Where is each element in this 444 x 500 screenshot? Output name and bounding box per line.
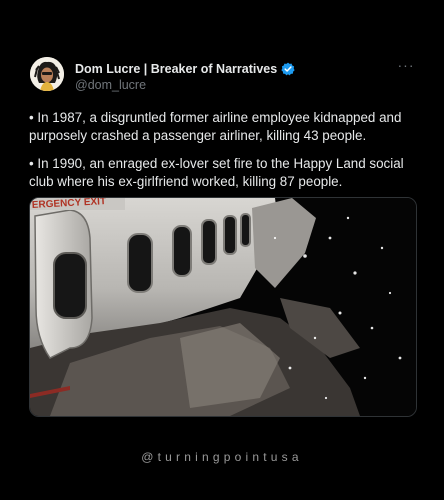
tweet-media-photo[interactable]: ERGENCY EXIT	[29, 197, 417, 417]
crashed-airliner-photo: ERGENCY EXIT	[30, 198, 416, 416]
avatar-portrait	[30, 57, 64, 91]
tweet-paragraph: • In 1990, an enraged ex-lover set fire …	[29, 156, 404, 189]
tweet-paragraph: • In 1987, a disgruntled former airline …	[29, 110, 402, 143]
tweet-card: Dom Lucre | Breaker of Narratives @dom_l…	[0, 0, 444, 500]
watermark: @turningpointusa	[141, 450, 303, 464]
verified-badge-icon	[281, 62, 295, 76]
ellipsis-icon[interactable]: ···	[396, 58, 416, 72]
author-handle[interactable]: @dom_lucre	[75, 78, 146, 92]
tweet-text: • In 1987, a disgruntled former airline …	[29, 109, 424, 201]
author-row[interactable]: Dom Lucre | Breaker of Narratives	[75, 61, 295, 77]
avatar[interactable]	[30, 57, 64, 91]
author-display-name[interactable]: Dom Lucre | Breaker of Narratives	[75, 62, 277, 76]
